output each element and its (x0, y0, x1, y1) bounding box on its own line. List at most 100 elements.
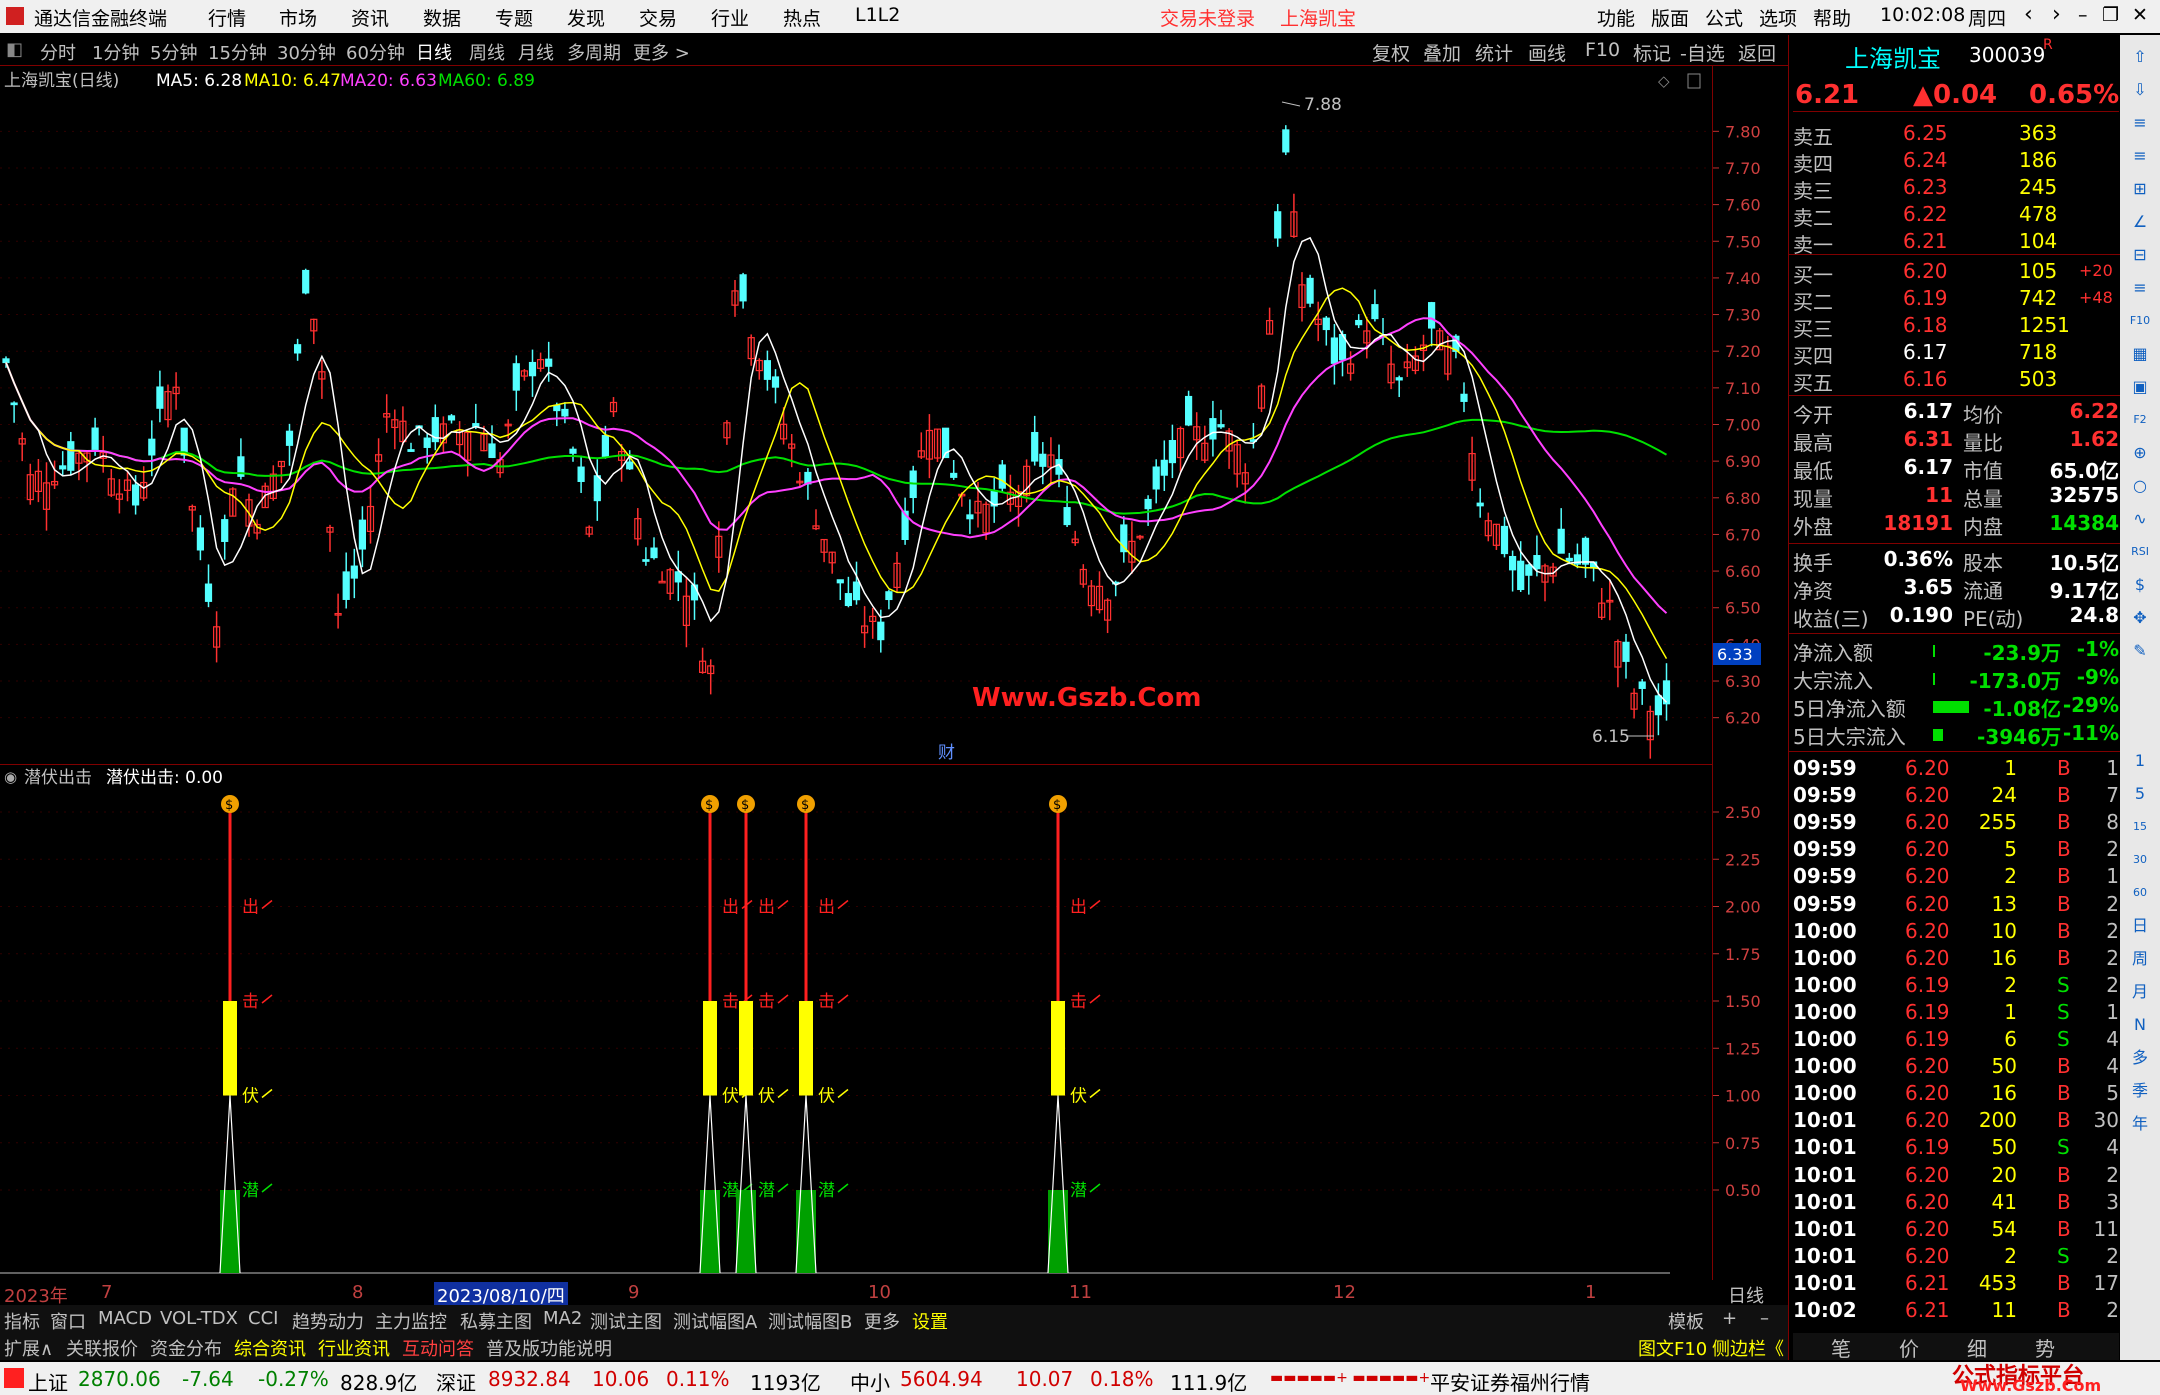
tab-private-main[interactable]: 私募主图 (460, 1308, 532, 1334)
tab-period-multi[interactable]: 多周期 (567, 39, 621, 65)
menu-quote[interactable]: 行情 (208, 4, 246, 31)
template-button[interactable]: 模板 (1668, 1308, 1704, 1334)
draw-button[interactable]: 画线 (1528, 39, 1566, 66)
scroll-up-icon[interactable]: ⇧ (2126, 43, 2154, 71)
period-5min-icon[interactable]: 5 (2126, 780, 2154, 808)
period-month-icon[interactable]: 月 (2126, 978, 2154, 1006)
panel-icon[interactable]: ⊟ (2126, 241, 2154, 269)
sh-label[interactable]: 上证 (28, 1367, 68, 1395)
panel-toggle-icon[interactable]: ◧ (6, 39, 23, 60)
tab-ma2[interactable]: MA2 (543, 1308, 582, 1329)
close-icon[interactable]: ✕ (2132, 4, 2148, 26)
tab-expand[interactable]: 扩展∧ (4, 1335, 53, 1361)
remove-window-icon[interactable]: – (1760, 1308, 1769, 1329)
tab-test-sub-b[interactable]: 测试幅图B (768, 1308, 852, 1334)
tab-related-quotes[interactable]: 关联报价 (66, 1335, 138, 1361)
menu-industry[interactable]: 行业 (711, 4, 749, 31)
menu-hot[interactable]: 热点 (783, 4, 821, 31)
zx-label[interactable]: 中小 (850, 1367, 890, 1395)
tab-period-monthly[interactable]: 月线 (518, 39, 554, 65)
tab-industry-news[interactable]: 行业资讯 (318, 1335, 390, 1361)
tab-test-main[interactable]: 测试主图 (590, 1308, 662, 1334)
tab-macd[interactable]: MACD (98, 1308, 152, 1329)
tab-price-table[interactable]: 价 (1899, 1333, 1919, 1362)
indicator-collapse-icon[interactable]: ◉ (4, 768, 17, 786)
tab-period-fenshi[interactable]: 分时 (40, 39, 76, 65)
remove-favorite-button[interactable]: -自选 (1680, 39, 1725, 66)
period-day-icon[interactable]: 日 (2126, 912, 2154, 940)
period-n-icon[interactable]: N (2126, 1011, 2154, 1039)
stats-button[interactable]: 统计 (1475, 39, 1513, 66)
indicator-chart[interactable]: $出击伏潜$出击伏潜$出击伏潜$出击伏潜$出击伏潜 ◉ 潜伏出击 潜伏出击: 0… (0, 764, 1712, 1280)
return-button[interactable]: 返回 (1738, 39, 1776, 66)
list-icon[interactable]: ≡ (2126, 109, 2154, 137)
tab-period-5min[interactable]: 5分钟 (150, 39, 197, 65)
menu-icon[interactable]: ≡ (2126, 274, 2154, 302)
menu-trade[interactable]: 交易 (639, 4, 677, 31)
menu-formula[interactable]: 公式 (1705, 4, 1743, 31)
chart-icon[interactable]: ▦ (2126, 340, 2154, 368)
rsi-icon[interactable]: RSI (2126, 538, 2154, 566)
forward-icon[interactable]: › (2052, 2, 2061, 27)
back-icon[interactable]: ‹ (2024, 2, 2033, 27)
table-icon[interactable]: ≡ (2126, 142, 2154, 170)
chart-options-icon[interactable]: ◇ (1658, 72, 1670, 90)
menu-data[interactable]: 数据 (423, 4, 461, 31)
menu-options[interactable]: 选项 (1759, 4, 1797, 31)
tab-qa[interactable]: 互动问答 (402, 1335, 474, 1361)
tab-main-monitor[interactable]: 主力监控 (375, 1308, 447, 1334)
move-icon[interactable]: ✥ (2126, 604, 2154, 632)
tab-period-1min[interactable]: 1分钟 (92, 39, 139, 65)
period-week-icon[interactable]: 周 (2126, 945, 2154, 973)
menu-discover[interactable]: 发现 (567, 4, 605, 31)
period-multi-icon[interactable]: 多 (2126, 1044, 2154, 1072)
tab-period-more[interactable]: 更多 > (633, 39, 690, 65)
tab-f10-text[interactable]: 图文F10 (1638, 1335, 1707, 1361)
sz-label[interactable]: 深证 (436, 1367, 476, 1395)
zoom-icon[interactable]: ⊕ (2126, 439, 2154, 467)
tab-basic-help[interactable]: 普及版功能说明 (486, 1335, 612, 1361)
period-30min-icon[interactable]: 30 (2126, 846, 2154, 874)
money-icon[interactable]: $ (2126, 571, 2154, 599)
tab-vol-tdx[interactable]: VOL-TDX (160, 1308, 238, 1329)
tab-general-news[interactable]: 综合资讯 (234, 1335, 306, 1361)
trend-icon[interactable]: ∠ (2126, 208, 2154, 236)
tab-period-15min[interactable]: 15分钟 (208, 39, 267, 65)
add-window-icon[interactable]: + (1722, 1308, 1737, 1329)
tab-test-sub-a[interactable]: 测试幅图A (673, 1308, 757, 1334)
tab-cci[interactable]: CCI (248, 1308, 278, 1329)
tab-period-daily[interactable]: 日线 (416, 39, 452, 65)
fuquan-button[interactable]: 复权 (1372, 39, 1410, 66)
tab-indicator[interactable]: 指标 (4, 1308, 40, 1334)
chart-panel-icon[interactable] (1687, 73, 1701, 89)
tab-period-30min[interactable]: 30分钟 (277, 39, 336, 65)
period-60min-icon[interactable]: 60 (2126, 879, 2154, 907)
grid-icon[interactable]: ⊞ (2126, 175, 2154, 203)
finance-marker[interactable]: 财 (938, 743, 955, 763)
period-year-icon[interactable]: 年 (2126, 1110, 2154, 1138)
f10-icon[interactable]: F10 (2126, 307, 2154, 335)
menu-layout[interactable]: 版面 (1651, 4, 1689, 31)
overlay-button[interactable]: 叠加 (1423, 39, 1461, 66)
login-status[interactable]: 交易未登录 (1160, 4, 1255, 31)
candlestick-chart[interactable]: 上海凯宝(日线) MA5: 6.28 MA10: 6.47 MA20: 6.63… (0, 66, 1712, 764)
mark-button[interactable]: 标记 (1633, 39, 1671, 66)
f10-button[interactable]: F10 (1585, 39, 1620, 61)
tab-more[interactable]: 更多 (864, 1308, 900, 1334)
menu-market[interactable]: 市场 (279, 4, 317, 31)
f2-icon[interactable]: F2 (2126, 406, 2154, 434)
tab-tick-by-tick[interactable]: 笔 (1831, 1333, 1851, 1362)
tab-trend-power[interactable]: 趋势动力 (292, 1308, 364, 1334)
tab-period-weekly[interactable]: 周线 (469, 39, 505, 65)
restore-icon[interactable]: ❐ (2102, 4, 2119, 26)
block-icon[interactable]: ▣ (2126, 373, 2154, 401)
tab-sidebar[interactable]: 侧边栏《 (1712, 1335, 1784, 1361)
menu-function[interactable]: 功能 (1597, 4, 1635, 31)
scroll-down-icon[interactable]: ⇩ (2126, 76, 2154, 104)
menu-l1l2[interactable]: L1L2 (855, 4, 900, 26)
edit-icon[interactable]: ✎ (2126, 637, 2154, 665)
period-1min-icon[interactable]: 1 (2126, 747, 2154, 775)
tab-window[interactable]: 窗口 (50, 1308, 86, 1334)
period-season-icon[interactable]: 季 (2126, 1077, 2154, 1105)
minimize-icon[interactable]: – (2078, 4, 2088, 26)
